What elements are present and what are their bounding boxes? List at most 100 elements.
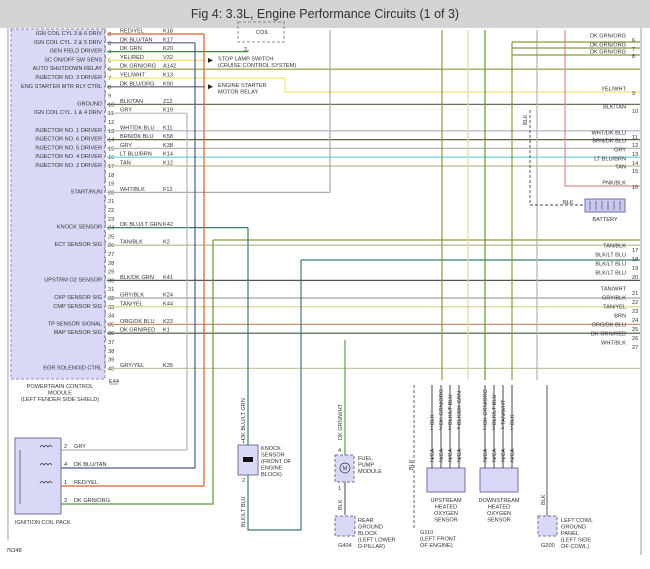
right-connector-wire-label: DK GRN/ORG [590, 50, 626, 56]
right-connector-wire-label: LT BLU/BRN [594, 157, 626, 163]
ground-wire-label: BLK [523, 114, 529, 125]
pcm-pin-terminal: ) [104, 117, 106, 123]
knock-pin-top: 1 [242, 439, 245, 445]
pcm-pin-label: INJECTOR NO. 3 DRIVER [35, 75, 102, 81]
cowl-ground-id: G200 [541, 543, 555, 549]
pcm-pin-terminal: ) [104, 125, 106, 131]
pcm-pin-terminal: ) [104, 29, 106, 35]
pcm-pin-terminal: ) [104, 178, 106, 184]
right-connector-wire-label: GRY/BLK [602, 296, 626, 302]
coil-pack-wire-label: GRY [74, 444, 86, 450]
pcm-pin-terminal: ) [104, 37, 106, 43]
pcm-pin-terminal: ) [104, 46, 106, 52]
fuel-pump-label: PUMP [358, 463, 374, 469]
downstream-o2-sensor-connector-label: N/CA [510, 448, 516, 462]
cowl-ground-label: (LEFT SIDE [561, 538, 591, 544]
pcm-pin-terminal: ) [104, 161, 106, 167]
right-connector-pin: 9 [632, 91, 635, 97]
right-connector-wire-label: TAN [615, 165, 626, 171]
pcm-pin-terminal: ) [104, 328, 106, 334]
right-connector-wire-label: BLK/TAN [603, 105, 626, 111]
arrow-destination-label: MOTOR RELAY [218, 89, 258, 95]
right-connector-pin: 12 [632, 143, 638, 149]
pcm-pin-number: 22 [108, 208, 114, 214]
upstream-o2-sensor-wire-label: BLK/DK GRN [457, 391, 463, 425]
right-connector-pin: 14 [632, 161, 638, 167]
pcm-pin-label: INJECTOR NO. 6 DRIVER [35, 137, 102, 143]
pcm-label: MODULE [48, 391, 72, 397]
pcm-pin-label: GROUND [77, 101, 102, 107]
right-connector-wire-label: BRN [614, 314, 626, 320]
right-connector-pin: 13 [632, 152, 638, 158]
pcm-pin-number: 15 [108, 146, 114, 152]
right-connector-wire-label: DK GRN/ORG [590, 34, 626, 40]
pcm-pin-terminal: ) [104, 64, 106, 70]
pcm-pin-terminal: ) [104, 196, 106, 202]
rear-ground-label: (LEFT LOWER [358, 538, 396, 544]
right-connector-pin: 25 [632, 327, 638, 333]
right-connector-pin: 22 [632, 300, 638, 306]
pcm-pin-number: 10 [108, 102, 114, 108]
arrow-icon [208, 84, 213, 90]
pcm-pin-number: 9 [108, 94, 111, 100]
figure-number: 76348 [6, 548, 22, 554]
downstream-o2-sensor-pin: 4 [501, 426, 504, 432]
downstream-o2-sensor-label: SENSOR [487, 518, 511, 524]
pcm-pin-label: SC ON/OFF SW SENS [44, 57, 102, 63]
arrow-icon [208, 57, 213, 63]
pcm-pin-number: 6 [108, 67, 111, 73]
upstream-o2-sensor-label: UPSTREAM [430, 498, 461, 504]
knock-pin-bottom: 2 [242, 478, 245, 484]
pcm-pin-number: 31 [108, 287, 114, 293]
pcm-pin-terminal: ) [104, 249, 106, 255]
pcm-pin-label: TP SENSOR SIGNAL [48, 321, 102, 327]
pcm-pin-terminal: ) [104, 134, 106, 140]
pcm-pin-terminal: ) [104, 266, 106, 272]
pcm-pin-terminal: ) [104, 222, 106, 228]
wiring-diagram: POWERTRAIN CONTROLMODULE(LEFT FENDER SID… [6, 21, 642, 555]
right-connector-wire-label: DK GRN/RED [591, 332, 626, 338]
arrow-destination-label: (CRUISE CONTROL SYSTEM) [218, 63, 296, 69]
pcm-pin-terminal: ) [104, 108, 106, 114]
upstream-o2-sensor-pin: 1 [430, 426, 433, 432]
pcm-pin-number: 19 [108, 182, 114, 188]
arrow-destination-label: STOP LAMP SWITCH [218, 56, 273, 62]
battery-icon [584, 198, 626, 213]
right-connector-pin: 18 [632, 257, 638, 263]
right-connector-pin: 23 [632, 309, 638, 315]
right-connector-wire-label: WHT/DK BLU [592, 131, 627, 137]
motor-symbol: M [343, 466, 348, 472]
rear-ground-label: BLOCK [358, 531, 377, 537]
upstream-o2-sensor-connector-label: N/CA [457, 448, 463, 462]
pcm-pin-number: 30 [108, 278, 114, 284]
pcm-pin-terminal: ) [104, 293, 106, 299]
pcm-pin-number: 13 [108, 129, 114, 135]
right-connector-pin: 11 [632, 135, 638, 141]
pcm-pin-number: 28 [108, 261, 114, 267]
pcm-pin-terminal: ) [104, 319, 106, 325]
downstream-o2-sensor-wire-label: DK GRN/ORG [483, 389, 489, 425]
pcm-pin-terminal: ) [104, 143, 106, 149]
knock-wire-top-label: DK BLU/LT GRN [241, 398, 247, 440]
pcm-pin-terminal: ) [104, 345, 106, 351]
right-connector-pin: 8 [632, 54, 635, 60]
pcm-pin-number: 14 [108, 138, 114, 144]
pcm-pin-number: 27 [108, 252, 114, 258]
ignition-coil-pack [14, 437, 62, 515]
pcm-pin-number: 32 [108, 296, 114, 302]
pcm-pin-number: 17 [108, 164, 114, 170]
right-connector-pin: 16 [632, 185, 638, 191]
pcm-pin-label: MAP SENSOR SIG [54, 330, 102, 336]
downstream-o2-sensor-body [479, 467, 519, 493]
coil-pack-pin-number: 1 [64, 480, 67, 486]
pcm-pin-terminal: ) [104, 169, 106, 175]
pcm-pin-number: 38 [108, 349, 114, 355]
coil-label: COIL [256, 30, 269, 36]
coil-pack-pin-number: 2 [64, 444, 67, 450]
right-connector-wire-label: BLK/LT BLU [595, 262, 626, 268]
pcm-pin-number: 34 [108, 314, 114, 320]
downstream-o2-sensor-wire-label: BLK/LT BLU [492, 394, 498, 425]
arrow-destination-label: ENGINE STARTER [218, 83, 267, 89]
pcm-pin-label: IGN COIL CYL. 1 & 4 DRIV [34, 110, 102, 116]
cowl-ground-wire-label: BLK [541, 494, 547, 505]
